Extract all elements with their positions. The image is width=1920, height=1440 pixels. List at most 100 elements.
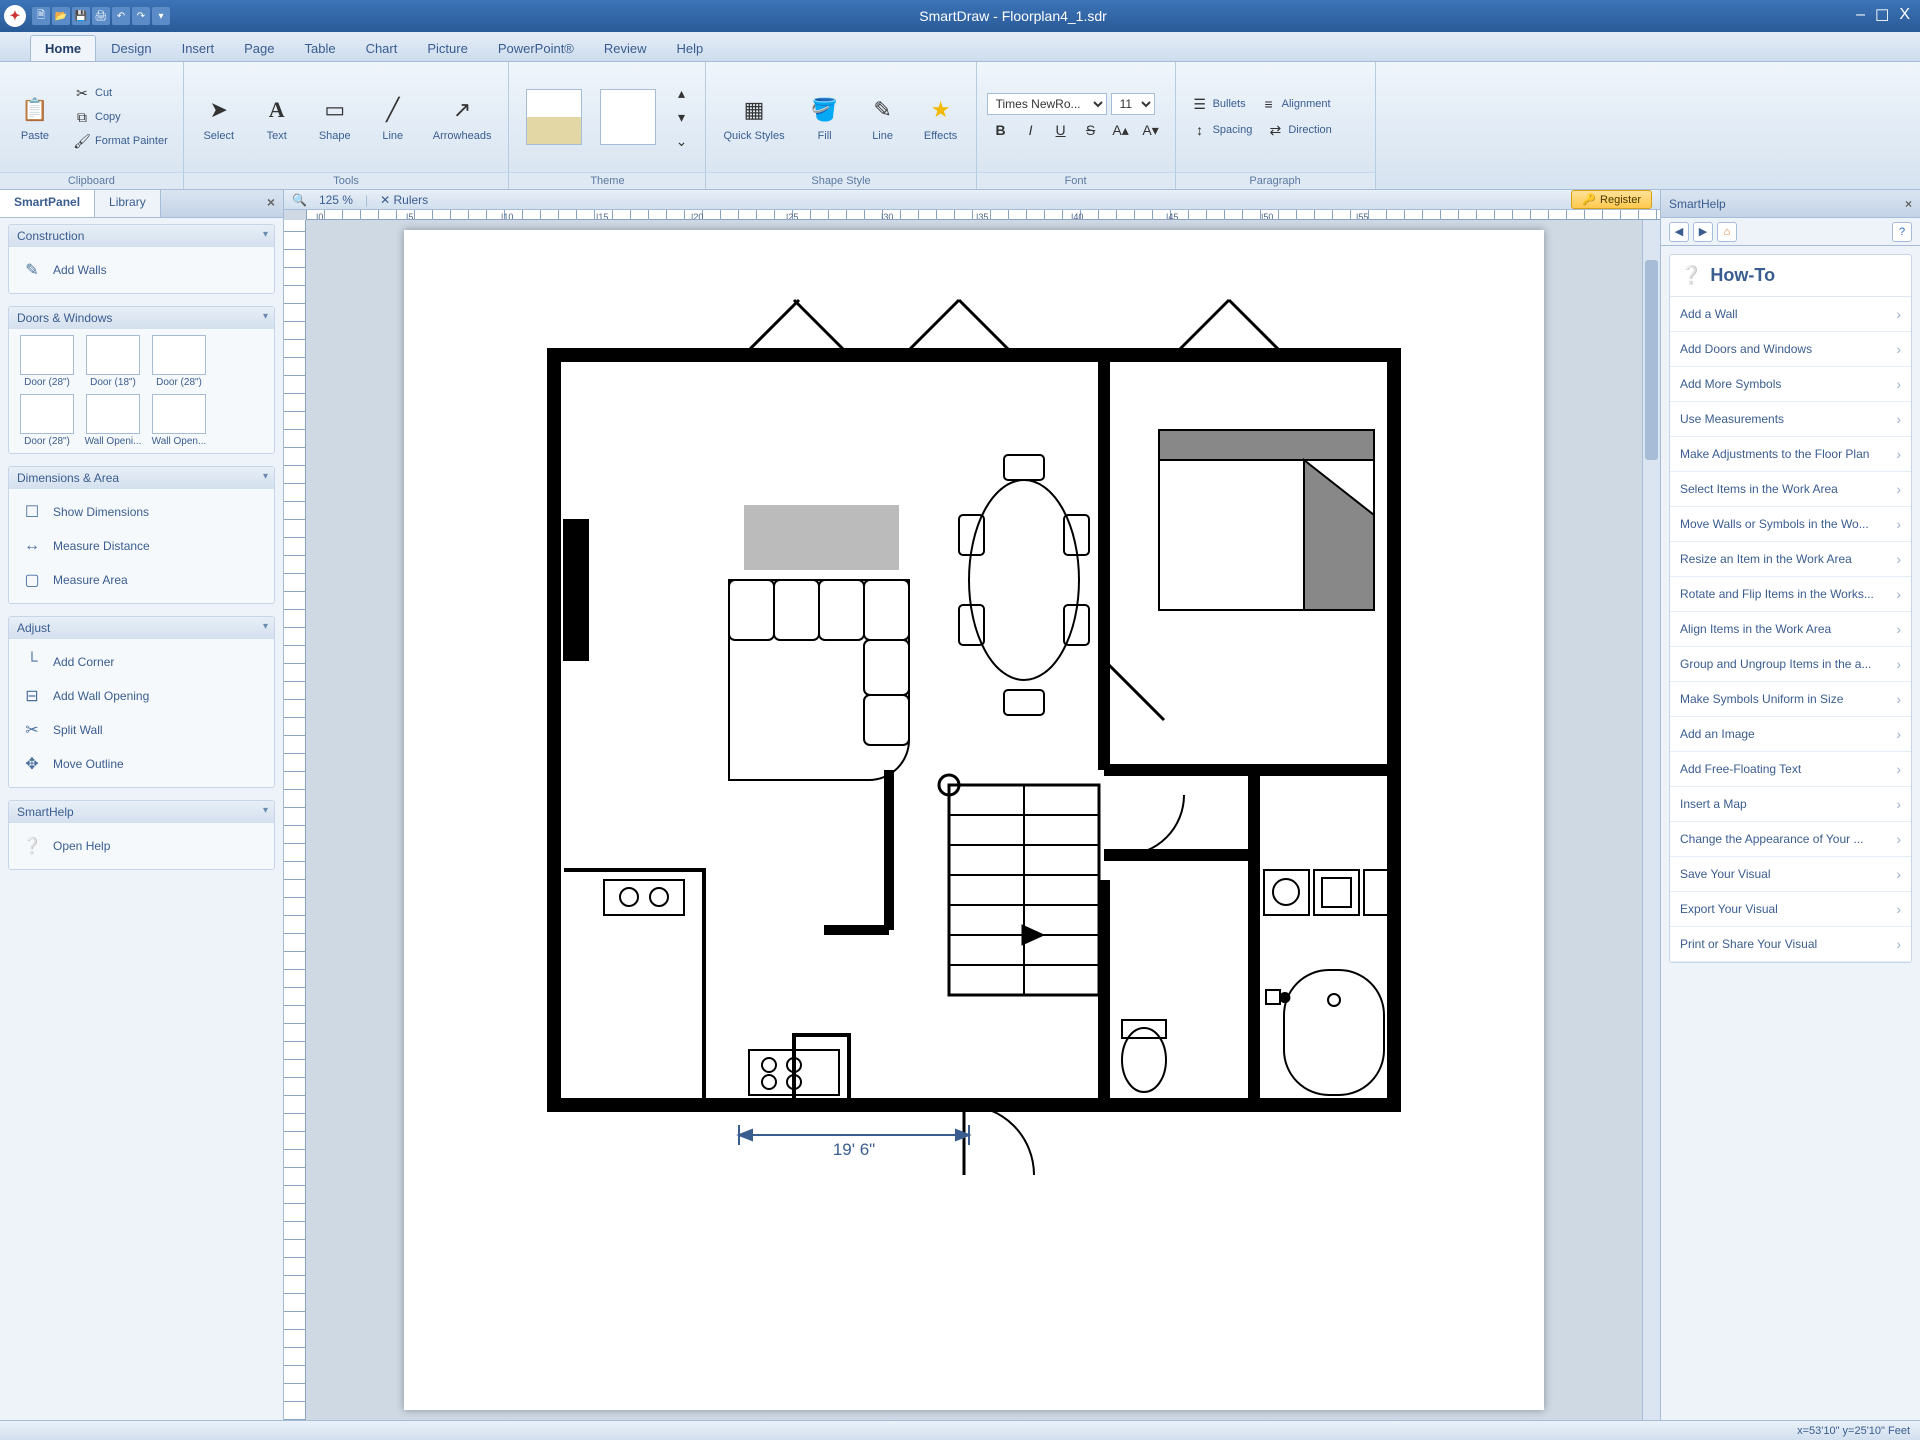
- howto-item[interactable]: Select Items in the Work Area: [1670, 472, 1911, 507]
- tab-page[interactable]: Page: [229, 35, 289, 61]
- theme-prev-button[interactable]: ▴: [667, 82, 695, 104]
- symbol-wall-opening2[interactable]: Wall Open...: [149, 394, 209, 447]
- ruler-vertical[interactable]: [284, 220, 306, 1420]
- alignment-button[interactable]: ≡Alignment: [1255, 93, 1336, 115]
- qat-undo-icon[interactable]: ↶: [112, 7, 130, 25]
- qat-save-icon[interactable]: 💾: [72, 7, 90, 25]
- tab-picture[interactable]: Picture: [412, 35, 482, 61]
- section-header[interactable]: Dimensions & Area: [9, 467, 274, 489]
- help-forward-button[interactable]: ▶: [1693, 222, 1713, 242]
- tab-design[interactable]: Design: [96, 35, 166, 61]
- line-style-button[interactable]: ✎Line: [858, 87, 908, 147]
- section-header[interactable]: Adjust: [9, 617, 274, 639]
- howto-item[interactable]: Print or Share Your Visual: [1670, 927, 1911, 962]
- add-walls-button[interactable]: ✎Add Walls: [17, 253, 266, 287]
- shape-button[interactable]: ▭Shape: [310, 87, 360, 147]
- howto-item[interactable]: Resize an Item in the Work Area: [1670, 542, 1911, 577]
- howto-item[interactable]: Add an Image: [1670, 717, 1911, 752]
- rulers-toggle[interactable]: ✕ Rulers: [380, 193, 428, 207]
- tab-insert[interactable]: Insert: [167, 35, 230, 61]
- maximize-button[interactable]: ☐: [1875, 6, 1889, 26]
- minimize-button[interactable]: –: [1856, 6, 1865, 26]
- howto-item[interactable]: Change the Appearance of Your ...: [1670, 822, 1911, 857]
- bold-button[interactable]: B: [987, 119, 1015, 141]
- vertical-scrollbar[interactable]: [1642, 220, 1660, 1420]
- effects-button[interactable]: ★Effects: [916, 87, 966, 147]
- font-grow-button[interactable]: A▴: [1107, 119, 1135, 141]
- howto-item[interactable]: Rotate and Flip Items in the Works...: [1670, 577, 1911, 612]
- help-back-button[interactable]: ◀: [1669, 222, 1689, 242]
- symbol-door-28c[interactable]: Door (28"): [17, 394, 77, 447]
- direction-button[interactable]: ⇄Direction: [1261, 119, 1336, 141]
- theme-preset-1[interactable]: [519, 84, 589, 150]
- quick-styles-button[interactable]: ▦Quick Styles: [716, 87, 791, 147]
- qat-print-icon[interactable]: 🖨: [92, 7, 110, 25]
- section-header[interactable]: SmartHelp: [9, 801, 274, 823]
- fill-button[interactable]: 🪣Fill: [800, 87, 850, 147]
- underline-button[interactable]: U: [1047, 119, 1075, 141]
- theme-preset-2[interactable]: [593, 84, 663, 150]
- tab-library[interactable]: Library: [95, 190, 161, 217]
- bullets-button[interactable]: ☰Bullets: [1186, 93, 1251, 115]
- qat-more-icon[interactable]: ▾: [152, 7, 170, 25]
- howto-item[interactable]: Add More Symbols: [1670, 367, 1911, 402]
- spacing-button[interactable]: ↕Spacing: [1186, 119, 1258, 141]
- howto-item[interactable]: Make Symbols Uniform in Size: [1670, 682, 1911, 717]
- panel-close-button[interactable]: ×: [259, 190, 283, 217]
- section-header[interactable]: Construction: [9, 225, 274, 247]
- select-button[interactable]: ➤Select: [194, 87, 244, 147]
- tab-chart[interactable]: Chart: [351, 35, 413, 61]
- font-color-button[interactable]: A▾: [1137, 119, 1165, 141]
- section-header[interactable]: Doors & Windows: [9, 307, 274, 329]
- howto-item[interactable]: Export Your Visual: [1670, 892, 1911, 927]
- panel-close-button[interactable]: ×: [1905, 197, 1912, 211]
- howto-item[interactable]: Group and Ungroup Items in the a...: [1670, 647, 1911, 682]
- text-button[interactable]: AText: [252, 87, 302, 147]
- howto-item[interactable]: Move Walls or Symbols in the Wo...: [1670, 507, 1911, 542]
- zoom-value[interactable]: 125 %: [319, 193, 353, 207]
- show-dimensions-button[interactable]: ☐Show Dimensions: [17, 495, 266, 529]
- theme-more-button[interactable]: ⌄: [667, 130, 695, 152]
- canvas[interactable]: ⊕ 19' 6": [306, 220, 1642, 1420]
- howto-item[interactable]: Make Adjustments to the Floor Plan: [1670, 437, 1911, 472]
- help-home-button[interactable]: ⌂: [1717, 222, 1737, 242]
- move-outline-button[interactable]: ✥Move Outline: [17, 747, 266, 781]
- cut-button[interactable]: ✂Cut: [68, 82, 173, 104]
- howto-item[interactable]: Add Free-Floating Text: [1670, 752, 1911, 787]
- howto-item[interactable]: Save Your Visual: [1670, 857, 1911, 892]
- add-wall-opening-button[interactable]: ⊟Add Wall Opening: [17, 679, 266, 713]
- format-painter-button[interactable]: 🖌Format Painter: [68, 130, 173, 152]
- howto-item[interactable]: Add a Wall: [1670, 297, 1911, 332]
- open-help-button[interactable]: ❔Open Help: [17, 829, 266, 863]
- app-logo[interactable]: ✦: [4, 5, 26, 27]
- howto-item[interactable]: Insert a Map: [1670, 787, 1911, 822]
- tab-powerpoint[interactable]: PowerPoint®: [483, 35, 589, 61]
- font-size-select[interactable]: 11: [1111, 93, 1155, 115]
- line-button[interactable]: ╱Line: [368, 87, 418, 147]
- strike-button[interactable]: S: [1077, 119, 1105, 141]
- tab-home[interactable]: Home: [30, 35, 96, 61]
- copy-button[interactable]: ⧉Copy: [68, 106, 173, 128]
- italic-button[interactable]: I: [1017, 119, 1045, 141]
- tab-review[interactable]: Review: [589, 35, 662, 61]
- tab-smartpanel[interactable]: SmartPanel: [0, 190, 95, 217]
- close-button[interactable]: X: [1899, 6, 1910, 26]
- howto-item[interactable]: Add Doors and Windows: [1670, 332, 1911, 367]
- qat-open-icon[interactable]: 📂: [52, 7, 70, 25]
- paste-button[interactable]: 📋 Paste: [10, 87, 60, 147]
- register-button[interactable]: 🔑Register: [1571, 190, 1652, 209]
- split-wall-button[interactable]: ✂Split Wall: [17, 713, 266, 747]
- arrowheads-button[interactable]: ↗Arrowheads: [426, 87, 499, 147]
- measure-distance-button[interactable]: ↔Measure Distance: [17, 529, 266, 563]
- ruler-horizontal[interactable]: |0 |5 |10 |15 |20 |25 |30 |35 |40 |45 |5…: [306, 210, 1660, 220]
- tab-help[interactable]: Help: [662, 35, 719, 61]
- qat-new-icon[interactable]: 🗎: [32, 7, 50, 25]
- help-info-button[interactable]: ?: [1892, 222, 1912, 242]
- symbol-door-28b[interactable]: Door (28"): [149, 335, 209, 388]
- symbol-wall-opening[interactable]: Wall Openi...: [83, 394, 143, 447]
- tab-table[interactable]: Table: [289, 35, 350, 61]
- symbol-door-28[interactable]: Door (28"): [17, 335, 77, 388]
- qat-redo-icon[interactable]: ↷: [132, 7, 150, 25]
- font-family-select[interactable]: Times NewRo...: [987, 93, 1107, 115]
- drawing-page[interactable]: ⊕ 19' 6": [404, 230, 1544, 1410]
